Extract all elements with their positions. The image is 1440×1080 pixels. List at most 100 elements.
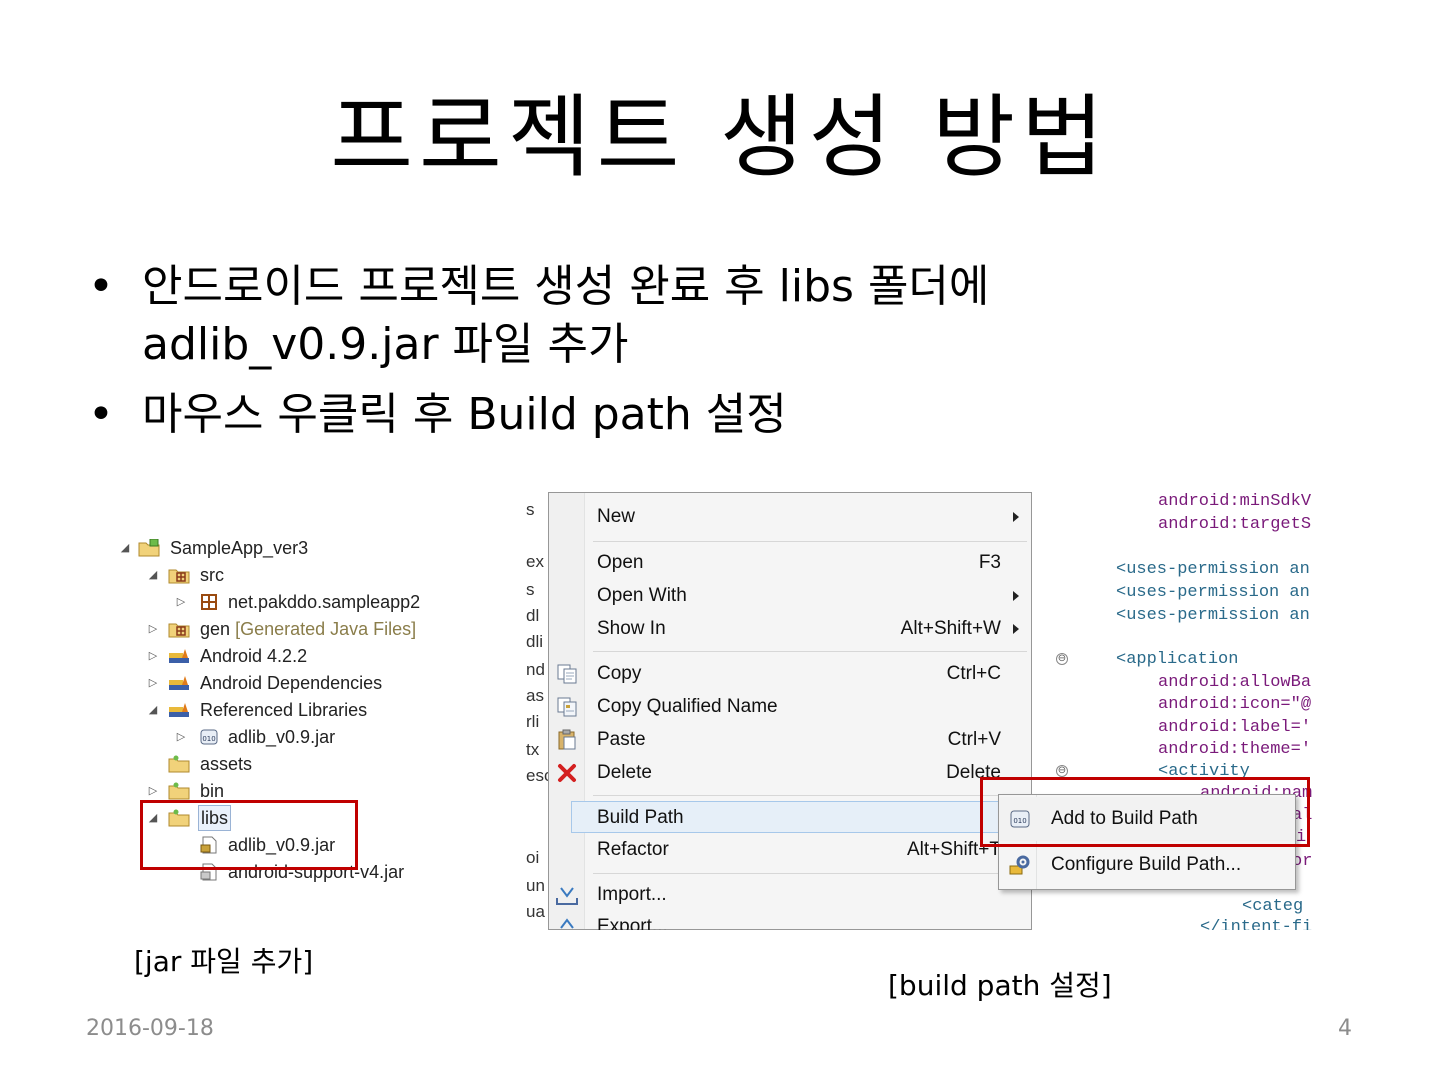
twisty-collapsed-icon[interactable]: ▷ (146, 643, 160, 669)
menu-separator (593, 873, 1027, 874)
bullet-text: 안드로이드 프로젝트 생성 완료 후 libs 폴더에 (142, 261, 990, 312)
menu-item-label: Open (597, 552, 644, 573)
background-text: oi (526, 848, 540, 867)
background-text: ex (526, 552, 544, 571)
library-icon (169, 676, 189, 690)
menu-item-export[interactable]: Export... (549, 911, 1031, 930)
menu-item-open-with[interactable]: Open With (549, 580, 1031, 612)
tree-item-label: Referenced Libraries (200, 700, 368, 720)
fold-toggle-icon[interactable]: ⊖ (1056, 653, 1068, 665)
tree-item-label: gen (200, 619, 231, 639)
menu-separator (593, 651, 1027, 652)
background-text: ua (526, 902, 545, 921)
bullet-dot: • (88, 389, 114, 440)
library-icon (169, 649, 189, 663)
menu-item-label: Copy Qualified Name (597, 696, 778, 717)
background-text: s (526, 500, 535, 519)
menu-item-delete[interactable]: Delete Delete (549, 757, 1031, 789)
submenu-arrow-icon (1013, 591, 1019, 601)
menu-item-shortcut: F3 (978, 552, 1001, 573)
menu-item-label: Import... (597, 884, 667, 905)
tree-item-label: src (200, 565, 224, 585)
menu-separator (593, 795, 1027, 796)
copy-icon (557, 664, 577, 684)
menu-item-label: Show In (597, 618, 666, 639)
menu-item-refactor[interactable]: Refactor Alt+Shift+T (549, 834, 1031, 866)
fold-toggle-icon[interactable]: ⊖ (1056, 765, 1068, 777)
background-text: dl (526, 606, 540, 625)
background-text: rli (526, 712, 540, 731)
menu-item-show-in[interactable]: Show In Alt+Shift+W (549, 613, 1031, 645)
bullet-item: • 안드로이드 프로젝트 생성 완료 후 libs 폴더에 adlib_v0.9… (80, 258, 1380, 374)
menu-item-import[interactable]: Import... (549, 879, 1031, 911)
background-text: tx (526, 740, 540, 759)
code-line: android:targetS (1158, 515, 1312, 534)
jar-icon: 010 (200, 729, 218, 745)
code-line: android:icon="@ (1158, 695, 1312, 714)
source-folder-icon (168, 569, 190, 584)
menu-item-copy[interactable]: Copy Ctrl+C (549, 658, 1031, 690)
menu-item-label: Export... (597, 916, 668, 930)
code-line: android:label=' (1158, 718, 1312, 737)
caption-left: [jar 파일 추가] (134, 945, 314, 978)
caption-right: [build path 설정] (888, 969, 1112, 1002)
project-icon (138, 539, 160, 557)
twisty-collapsed-icon[interactable]: ▷ (146, 670, 160, 696)
code-line: android:theme=' (1158, 740, 1312, 759)
menu-item-configure-build-path[interactable]: Configure Build Path... (999, 843, 1295, 887)
code-line: <application (1116, 650, 1239, 669)
package-icon (201, 594, 217, 610)
bullet-item: • 마우스 우클릭 후 Build path 설정 (80, 386, 1380, 444)
bullet-dot: • (88, 261, 114, 312)
menu-item-label: Open With (597, 585, 687, 606)
menu-item-shortcut: Ctrl+C (946, 663, 1001, 684)
bullet-list: • 안드로이드 프로젝트 생성 완료 후 libs 폴더에 adlib_v0.9… (80, 258, 1380, 456)
code-line: </intent-fi (1200, 918, 1312, 930)
twisty-collapsed-icon[interactable]: ▷ (174, 724, 188, 750)
paste-icon (558, 729, 576, 750)
menu-item-label: Build Path (597, 807, 684, 828)
twisty-expanded-icon[interactable]: ◢ (146, 562, 160, 588)
export-icon (560, 918, 574, 929)
highlight-box-libs (140, 800, 358, 870)
tree-item-label: adlib_v0.9.jar (228, 727, 336, 747)
page-number: 4 (1338, 1016, 1352, 1041)
code-line: <uses-permission an (1116, 606, 1310, 625)
slide-title: 프로젝트 생성 방법 (330, 85, 1110, 190)
tree-item-label: net.pakddo.sampleapp2 (228, 592, 421, 612)
menu-item-copy-qualified-name[interactable]: Copy Qualified Name (549, 691, 1031, 723)
menu-item-build-path[interactable]: Build Path (571, 801, 1030, 833)
folder-icon (168, 782, 190, 800)
background-text: s (526, 580, 535, 599)
twisty-collapsed-icon[interactable]: ▷ (146, 616, 160, 642)
twisty-expanded-icon[interactable]: ◢ (146, 697, 160, 723)
context-menu-screenshot: s ex s dl dli nd as rli tx esc oi un ua … (522, 492, 1312, 930)
menu-item-paste[interactable]: Paste Ctrl+V (549, 724, 1031, 756)
import-icon (556, 887, 578, 905)
menu-item-label: Delete (597, 762, 652, 783)
code-line: android:minSdkV (1158, 492, 1312, 511)
tree-item-label: assets (200, 754, 253, 774)
bullet-text: 마우스 우클릭 후 Build path 설정 (142, 389, 787, 440)
menu-item-label: Copy (597, 663, 642, 684)
tree-item-label: Android 4.2.2 (200, 646, 308, 666)
configure-icon (1009, 855, 1030, 875)
submenu-arrow-icon (1013, 512, 1019, 522)
background-text: dli (526, 632, 544, 651)
menu-item-new[interactable]: New (549, 501, 1031, 533)
copy-qualified-icon (557, 697, 577, 717)
code-line: <categ (1242, 897, 1304, 916)
code-line: android:allowBa (1158, 673, 1312, 692)
menu-item-open[interactable]: Open F3 (549, 547, 1031, 579)
menu-item-label: Refactor (597, 839, 669, 860)
twisty-expanded-icon[interactable]: ◢ (118, 535, 132, 561)
svg-text:010: 010 (202, 735, 215, 743)
code-line: <uses-permission an (1116, 560, 1310, 579)
menu-item-label: Configure Build Path... (1051, 854, 1242, 875)
tree-item-label: SampleApp_ver3 (170, 538, 309, 558)
delete-icon (558, 764, 576, 782)
menu-item-label: New (597, 506, 636, 527)
context-menu: New Open F3 Open With Show In Alt+Shift+… (548, 492, 1032, 930)
twisty-collapsed-icon[interactable]: ▷ (174, 589, 188, 615)
footer-date: 2016-09-18 (86, 1016, 214, 1041)
